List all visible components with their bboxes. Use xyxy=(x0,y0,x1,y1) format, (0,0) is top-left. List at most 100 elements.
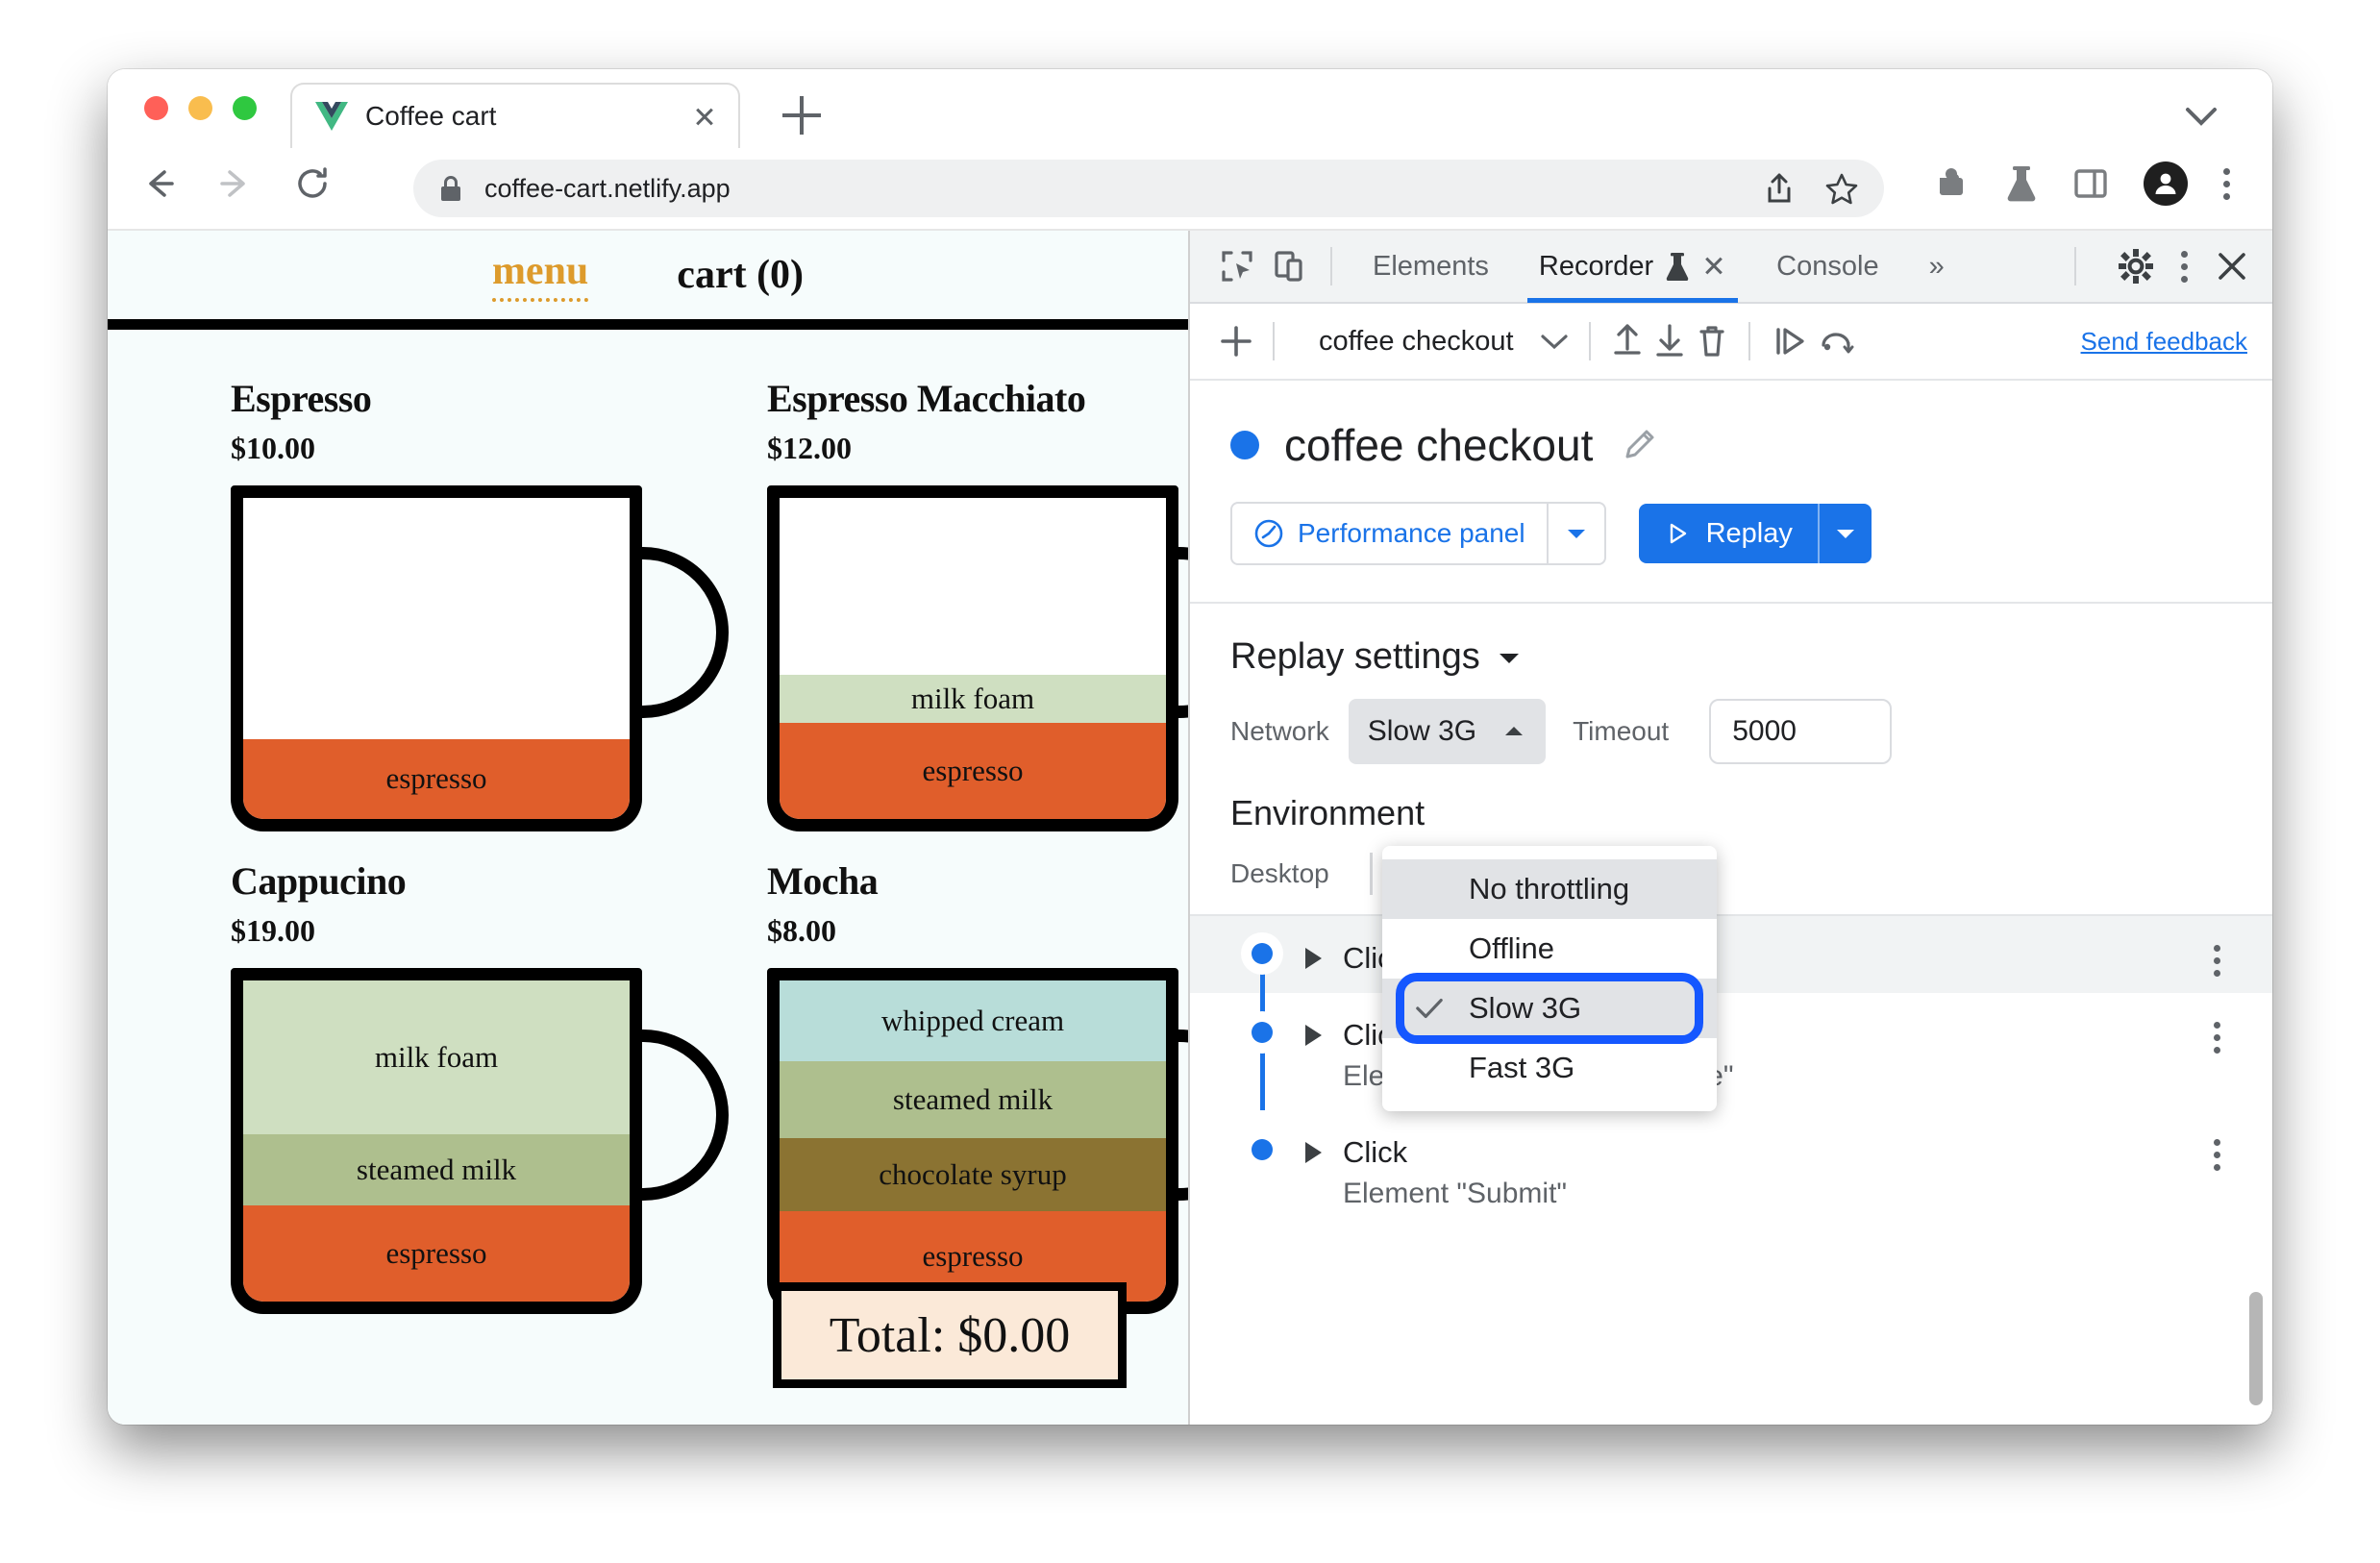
step-dot xyxy=(1252,1022,1273,1043)
expand-triangle-icon[interactable] xyxy=(1305,948,1322,969)
export-recording-icon[interactable] xyxy=(1649,320,1691,362)
nav-link-cart[interactable]: cart (0) xyxy=(677,252,804,298)
replay-dropdown-button[interactable] xyxy=(1817,504,1872,563)
browser-menu-button[interactable] xyxy=(2222,167,2230,200)
tab-console[interactable]: Console xyxy=(1751,231,1903,303)
profile-person-icon xyxy=(2155,173,2176,194)
step-row[interactable]: Click Element "Submit" xyxy=(1190,1110,2272,1228)
step-row[interactable]: Click xyxy=(1190,916,2272,993)
cup-layer: milk foam xyxy=(243,980,630,1135)
add-recording-plus-icon[interactable] xyxy=(1215,320,1257,362)
reload-icon xyxy=(298,167,327,198)
chevron-down-icon xyxy=(1499,653,1519,663)
tab-strip: Coffee cart xyxy=(108,69,2272,148)
back-button[interactable] xyxy=(136,161,181,206)
address-input[interactable]: coffee-cart.netlify.app xyxy=(413,160,1884,217)
chevron-up-icon xyxy=(1505,727,1524,735)
import-recording-icon[interactable] xyxy=(1606,320,1649,362)
product-card[interactable]: Mocha $8.00 whipped cream steamed milk cho… xyxy=(767,858,1188,1314)
coffee-cup[interactable]: whipped cream steamed milk chocolate syrup… xyxy=(767,968,1188,1314)
forward-button[interactable] xyxy=(213,161,258,206)
cup-layer: espresso xyxy=(243,738,630,819)
menu-item-label: Slow 3G xyxy=(1469,991,1582,1025)
step-by-step-replay-icon[interactable] xyxy=(1766,320,1814,362)
expand-triangle-icon[interactable] xyxy=(1305,1142,1322,1163)
tab-elements[interactable]: Elements xyxy=(1348,231,1514,303)
bookmark-star-icon[interactable] xyxy=(1824,172,1859,205)
reload-button[interactable] xyxy=(290,161,335,206)
step-rail xyxy=(1248,993,1277,1110)
coffee-cup[interactable]: espresso xyxy=(231,485,729,831)
menu-item-label: No throttling xyxy=(1469,872,1630,906)
share-icon[interactable] xyxy=(1763,172,1796,205)
edit-pencil-icon[interactable] xyxy=(1618,424,1660,466)
network-dropdown-menu: No throttling Offline Slow 3G Fast 3G xyxy=(1382,846,1717,1111)
checkmark-icon xyxy=(1415,997,1444,1020)
avatar[interactable] xyxy=(2144,161,2188,206)
environment-label: Environment xyxy=(1230,793,1426,832)
step-menu-button[interactable] xyxy=(2213,1139,2220,1171)
product-card[interactable]: Cappucino $19.00 milk foam steamed milk es… xyxy=(231,858,729,1314)
close-recorder-tab-button[interactable] xyxy=(1701,254,1726,279)
step-row[interactable]: Click Element "Promotion message" xyxy=(1190,993,2272,1110)
menu-item-offline[interactable]: Offline xyxy=(1382,919,1717,979)
new-tab-button[interactable] xyxy=(782,96,821,135)
check-icon xyxy=(1416,998,1443,1019)
replay-button[interactable]: Replay xyxy=(1638,504,1872,563)
product-card[interactable]: Espresso Macchiato $12.00 milk foam espre… xyxy=(767,376,1188,831)
browser-tab[interactable]: Coffee cart xyxy=(290,83,740,148)
device-toolbar-button[interactable] xyxy=(1263,240,1315,292)
menu-item-fast-3g[interactable]: Fast 3G xyxy=(1382,1038,1717,1098)
cup-layer: espresso xyxy=(780,722,1166,819)
tab-search-chevron-down-icon[interactable] xyxy=(2180,102,2222,131)
cart-total-button[interactable]: Total: $0.00 xyxy=(773,1282,1127,1388)
expand-triangle-icon[interactable] xyxy=(1305,1025,1322,1046)
recording-selector-chevron-down-icon[interactable] xyxy=(1535,328,1574,355)
steps-scrollbar[interactable] xyxy=(2249,1292,2263,1405)
menu-item-slow-3g[interactable]: Slow 3G xyxy=(1382,973,1717,1044)
tab-recorder-label: Recorder xyxy=(1538,250,1654,282)
performance-panel-label: Performance panel xyxy=(1298,518,1525,548)
inspect-element-button[interactable] xyxy=(1211,240,1263,292)
recording-title-row: coffee checkout xyxy=(1230,419,2272,471)
side-panel-icon[interactable] xyxy=(2072,165,2109,202)
step-menu-button[interactable] xyxy=(2213,1022,2220,1054)
cup-layer: espresso xyxy=(243,1204,630,1302)
close-window-button[interactable] xyxy=(144,96,168,120)
play-triangle-icon xyxy=(1670,523,1686,544)
tab-recorder[interactable]: Recorder xyxy=(1514,231,1751,303)
step-dot xyxy=(1252,943,1273,964)
send-feedback-link[interactable]: Send feedback xyxy=(2081,327,2247,357)
recording-title: coffee checkout xyxy=(1284,420,1594,470)
more-tabs-button[interactable]: » xyxy=(1904,231,1970,303)
menu-item-no-throttling[interactable]: No throttling xyxy=(1382,859,1717,919)
step-menu-button[interactable] xyxy=(2213,945,2220,977)
product-name: Mocha xyxy=(767,859,879,903)
timeout-input[interactable]: 5000 xyxy=(1709,699,1893,764)
product-card[interactable]: Espresso $10.00 espresso xyxy=(231,376,729,831)
delete-recording-icon[interactable] xyxy=(1691,320,1733,362)
performance-panel-dropdown-button[interactable] xyxy=(1546,504,1604,563)
recording-selector-label[interactable]: coffee checkout xyxy=(1319,326,1514,358)
replay-settings-toggle[interactable]: Replay settings xyxy=(1230,636,2272,678)
performance-panel-button[interactable]: Performance panel xyxy=(1230,502,1606,565)
extensions-puzzle-icon[interactable] xyxy=(1932,164,1971,203)
coffee-cup[interactable]: milk foam steamed milk espresso xyxy=(231,968,729,1314)
devtools-tab-bar: Elements Recorder Console » xyxy=(1190,231,2272,304)
address-bar: coffee-cart.netlify.app xyxy=(108,148,2272,231)
experiments-flask-icon[interactable] xyxy=(2005,164,2038,203)
minimize-window-button[interactable] xyxy=(188,96,212,120)
nav-link-menu[interactable]: menu xyxy=(491,248,589,302)
coffee-cup[interactable]: milk foam espresso xyxy=(767,485,1188,831)
step-rail xyxy=(1248,916,1277,993)
replay-speed-icon[interactable] xyxy=(1814,320,1862,362)
performance-gauge-icon xyxy=(1254,519,1283,548)
devtools-menu-button[interactable] xyxy=(2180,250,2188,283)
close-tab-button[interactable] xyxy=(688,100,721,133)
close-devtools-icon[interactable] xyxy=(2213,247,2251,285)
recording-buttons: Performance panel Replay xyxy=(1230,502,2272,565)
step-rail xyxy=(1248,1110,1277,1228)
maximize-window-button[interactable] xyxy=(233,96,257,120)
network-select[interactable]: Slow 3G xyxy=(1348,699,1547,764)
settings-gear-icon[interactable] xyxy=(2117,247,2155,285)
